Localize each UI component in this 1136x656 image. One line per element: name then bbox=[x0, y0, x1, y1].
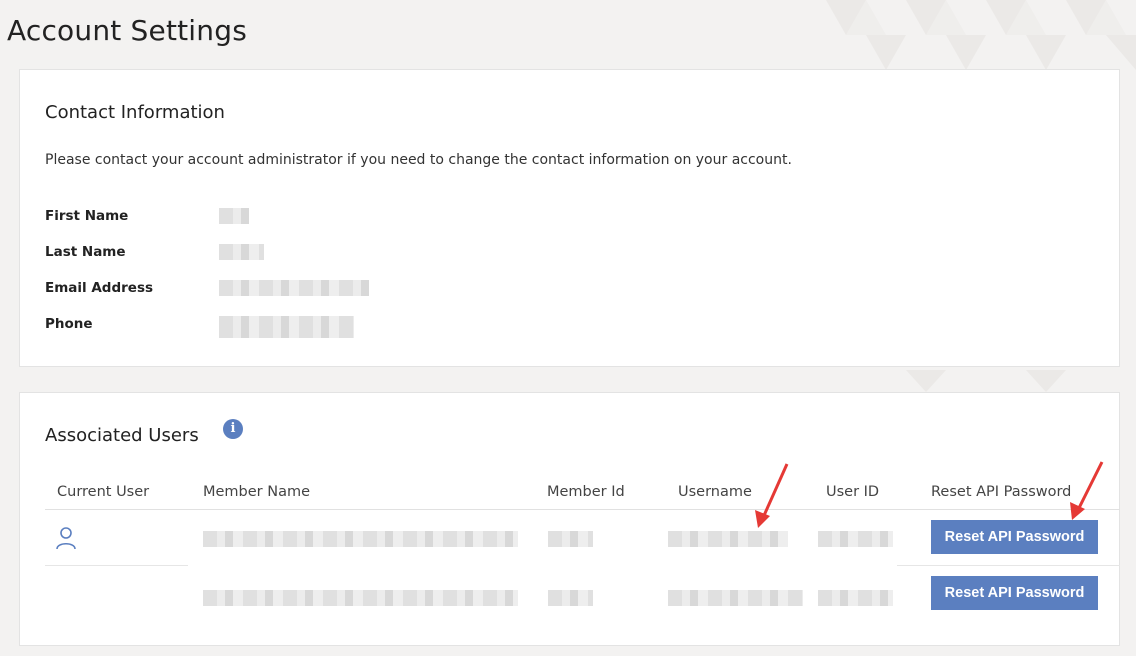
reset-api-password-button[interactable]: Reset API Password bbox=[931, 576, 1098, 610]
member-id-redacted bbox=[548, 590, 593, 606]
username-redacted bbox=[668, 531, 788, 547]
contact-information-card: Contact Information Please contact your … bbox=[19, 69, 1120, 367]
row-divider bbox=[45, 565, 188, 566]
person-icon bbox=[56, 527, 76, 550]
phone-row: Phone bbox=[45, 316, 445, 338]
username-redacted bbox=[668, 590, 803, 606]
first-name-value-redacted bbox=[219, 208, 249, 224]
contact-note: Please contact your account administrato… bbox=[45, 152, 792, 168]
phone-value-redacted bbox=[219, 316, 354, 338]
last-name-label: Last Name bbox=[45, 244, 126, 260]
associated-users-title: Associated Users bbox=[45, 425, 199, 446]
email-address-value-redacted bbox=[219, 280, 369, 296]
member-id-redacted bbox=[548, 531, 593, 547]
user-id-redacted bbox=[818, 531, 893, 547]
info-icon[interactable]: i bbox=[223, 419, 243, 439]
first-name-label: First Name bbox=[45, 208, 129, 224]
associated-users-card: Associated Users i Current User Member N… bbox=[19, 392, 1120, 646]
last-name-row: Last Name bbox=[45, 244, 445, 264]
annotation-arrow-icon bbox=[1070, 461, 1104, 520]
column-header-user-id: User ID bbox=[826, 484, 880, 500]
phone-label: Phone bbox=[45, 316, 93, 332]
user-id-redacted bbox=[818, 590, 893, 606]
member-name-redacted bbox=[203, 531, 518, 547]
contact-information-title: Contact Information bbox=[45, 102, 225, 123]
row-divider bbox=[897, 565, 1120, 566]
column-header-member-id: Member Id bbox=[547, 484, 625, 500]
email-address-row: Email Address bbox=[45, 280, 445, 300]
email-address-label: Email Address bbox=[45, 280, 154, 296]
column-header-member-name: Member Name bbox=[203, 484, 311, 500]
first-name-row: First Name bbox=[45, 208, 445, 228]
member-name-redacted bbox=[203, 590, 518, 606]
reset-api-password-button[interactable]: Reset API Password bbox=[931, 520, 1098, 554]
column-header-username: Username bbox=[678, 484, 752, 500]
column-header-reset-api-password: Reset API Password bbox=[931, 484, 1072, 500]
annotation-arrow-icon bbox=[755, 463, 789, 528]
last-name-value-redacted bbox=[219, 244, 264, 260]
table-header-divider bbox=[45, 509, 1120, 510]
column-header-current-user: Current User bbox=[57, 484, 150, 500]
page-title: Account Settings bbox=[7, 14, 247, 47]
